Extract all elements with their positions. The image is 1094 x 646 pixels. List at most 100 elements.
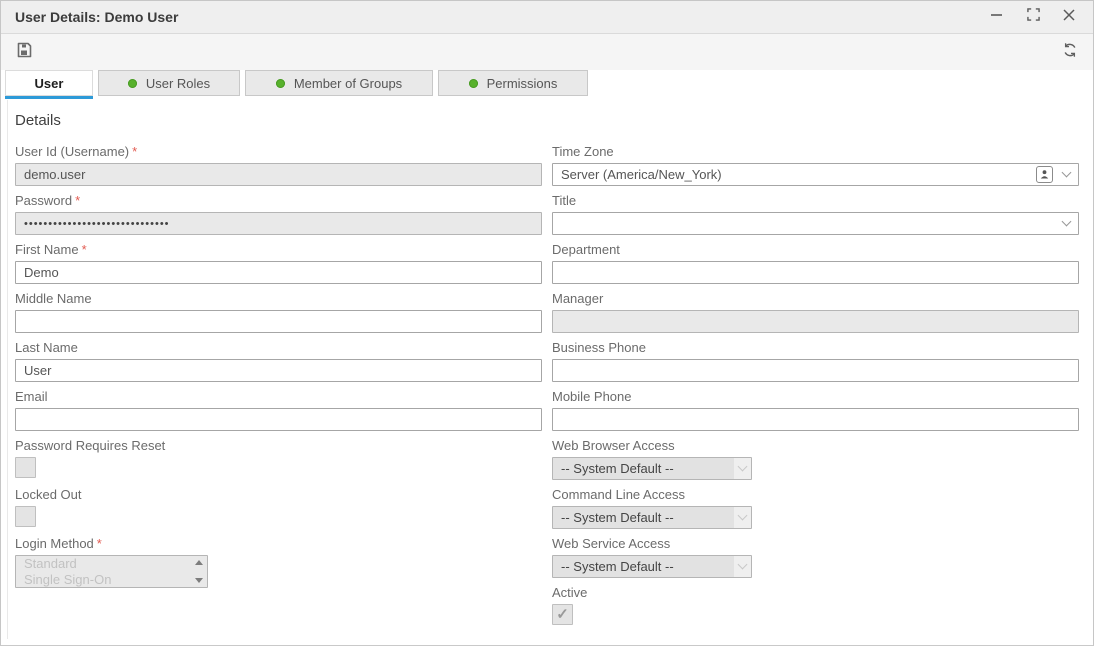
login-method-listbox: Standard Single Sign-On	[15, 555, 208, 588]
field-web-service-access: Web Service Access -- System Default --	[552, 536, 1079, 585]
tab-permissions[interactable]: Permissions	[438, 70, 588, 96]
time-zone-combobox[interactable]: Server (America/New_York)	[552, 163, 1079, 186]
password-requires-reset-checkbox[interactable]	[15, 457, 36, 478]
locked-out-label: Locked Out	[15, 487, 82, 502]
login-method-label: Login Method	[15, 536, 94, 551]
department-input[interactable]	[552, 261, 1079, 284]
tab-user[interactable]: User	[5, 70, 93, 96]
check-icon: ✓	[556, 607, 569, 622]
manager-input	[552, 310, 1079, 333]
last-name-input[interactable]	[15, 359, 542, 382]
web-browser-access-select: -- System Default --	[552, 457, 752, 480]
department-label: Department	[552, 242, 620, 257]
password-input	[15, 212, 542, 235]
tab-member-of-groups[interactable]: Member of Groups	[245, 70, 433, 96]
active-label: Active	[552, 585, 587, 600]
mobile-phone-input[interactable]	[552, 408, 1079, 431]
manager-label: Manager	[552, 291, 603, 306]
field-user-id: User Id (Username)*	[15, 144, 542, 193]
form-left-column: User Id (Username)* Password* First Name…	[15, 144, 542, 634]
middle-name-input[interactable]	[15, 310, 542, 333]
password-requires-reset-label: Password Requires Reset	[15, 438, 165, 453]
email-input[interactable]	[15, 408, 542, 431]
web-service-access-select: -- System Default --	[552, 555, 752, 578]
active-checkbox: ✓	[552, 604, 573, 625]
maximize-button[interactable]	[1025, 9, 1041, 25]
tab-label: Member of Groups	[294, 76, 402, 91]
field-manager: Manager	[552, 291, 1079, 340]
field-last-name: Last Name	[15, 340, 542, 389]
field-first-name: First Name*	[15, 242, 542, 291]
field-email: Email	[15, 389, 542, 438]
field-web-browser-access: Web Browser Access -- System Default --	[552, 438, 1079, 487]
scroll-up-icon	[195, 560, 203, 565]
user-details-window: User Details: Demo User	[0, 0, 1094, 646]
first-name-input[interactable]	[15, 261, 542, 284]
save-button[interactable]	[15, 43, 33, 61]
tab-label: User	[35, 76, 64, 91]
chevron-down-icon	[1062, 217, 1072, 227]
timezone-picker-icon	[1036, 166, 1053, 183]
first-name-label: First Name	[15, 242, 79, 257]
web-browser-access-value: -- System Default --	[553, 458, 734, 479]
window-title: User Details: Demo User	[15, 9, 989, 25]
minimize-icon	[991, 8, 1003, 26]
tab-content-user: Details User Id (Username)* Password*	[1, 100, 1093, 645]
field-department: Department	[552, 242, 1079, 291]
field-locked-out: Locked Out	[15, 487, 542, 536]
time-zone-value: Server (America/New_York)	[561, 167, 1036, 182]
field-title: Title	[552, 193, 1079, 242]
title-label: Title	[552, 193, 576, 208]
web-browser-access-label: Web Browser Access	[552, 438, 675, 453]
chevron-down-icon	[738, 511, 748, 521]
details-form: User Id (Username)* Password* First Name…	[15, 144, 1079, 634]
title-combobox[interactable]	[552, 212, 1079, 235]
business-phone-input[interactable]	[552, 359, 1079, 382]
save-icon	[16, 42, 32, 63]
locked-out-checkbox[interactable]	[15, 506, 36, 527]
minimize-button[interactable]	[989, 9, 1005, 25]
login-method-option: Single Sign-On	[24, 572, 191, 587]
chevron-down-icon	[738, 462, 748, 472]
email-label: Email	[15, 389, 48, 404]
required-asterisk: *	[75, 193, 80, 208]
status-dot-icon	[128, 79, 137, 88]
last-name-label: Last Name	[15, 340, 78, 355]
maximize-icon	[1027, 8, 1040, 26]
field-active: Active ✓	[552, 585, 1079, 634]
required-asterisk: *	[97, 536, 102, 551]
window-controls	[989, 9, 1081, 25]
chevron-down-icon	[1062, 168, 1072, 178]
title-bar: User Details: Demo User	[1, 1, 1093, 34]
refresh-icon	[1062, 42, 1078, 63]
tab-label: User Roles	[146, 76, 210, 91]
command-line-access-select: -- System Default --	[552, 506, 752, 529]
section-title: Details	[15, 112, 1079, 129]
command-line-access-value: -- System Default --	[553, 507, 734, 528]
field-business-phone: Business Phone	[552, 340, 1079, 389]
field-mobile-phone: Mobile Phone	[552, 389, 1079, 438]
required-asterisk: *	[82, 242, 87, 257]
field-login-method: Login Method* Standard Single Sign-On	[15, 536, 542, 589]
close-button[interactable]	[1061, 9, 1077, 25]
middle-name-label: Middle Name	[15, 291, 92, 306]
field-command-line-access: Command Line Access -- System Default --	[552, 487, 1079, 536]
time-zone-label: Time Zone	[552, 144, 614, 159]
field-time-zone: Time Zone Server (America/New_York)	[552, 144, 1079, 193]
web-service-access-label: Web Service Access	[552, 536, 670, 551]
field-password-requires-reset: Password Requires Reset	[15, 438, 542, 487]
chevron-down-icon	[738, 560, 748, 570]
login-method-option: Standard	[24, 556, 191, 572]
tab-user-roles[interactable]: User Roles	[98, 70, 240, 96]
user-id-input	[15, 163, 542, 186]
scroll-down-icon	[195, 578, 203, 583]
business-phone-label: Business Phone	[552, 340, 646, 355]
field-password: Password*	[15, 193, 542, 242]
tab-label: Permissions	[487, 76, 558, 91]
password-label: Password	[15, 193, 72, 208]
status-dot-icon	[276, 79, 285, 88]
refresh-button[interactable]	[1061, 43, 1079, 61]
web-service-access-value: -- System Default --	[553, 556, 734, 577]
close-icon	[1063, 8, 1075, 26]
toolbar	[1, 34, 1093, 70]
